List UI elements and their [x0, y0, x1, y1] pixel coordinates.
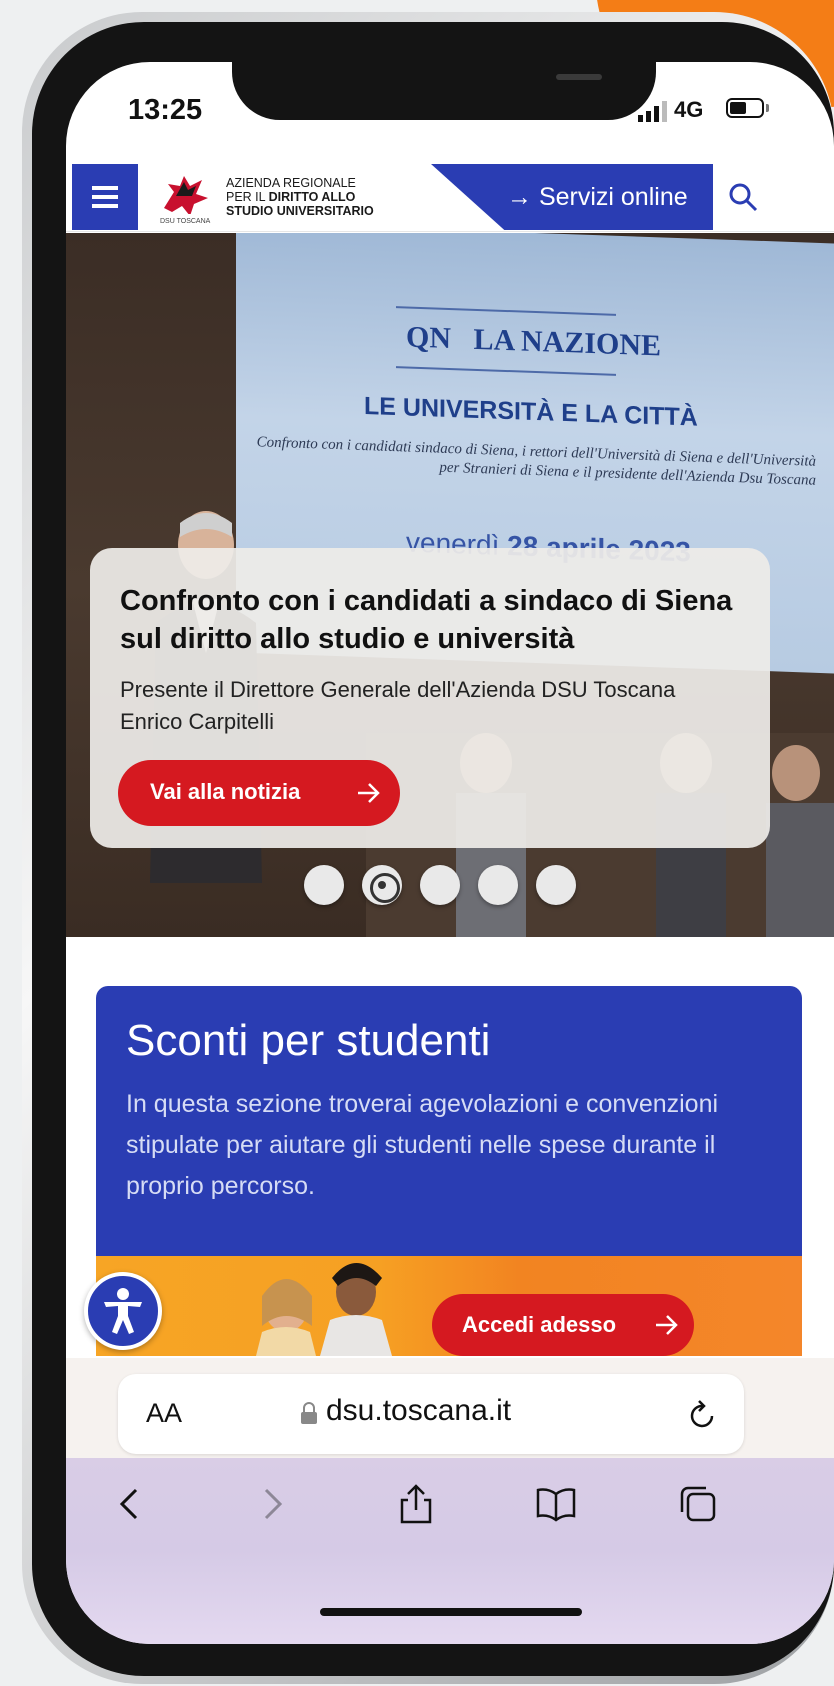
battery-tip [766, 104, 769, 112]
arrow-right-icon [358, 783, 380, 803]
accessibility-button[interactable] [84, 1272, 162, 1350]
logo-line-1: AZIENDA REGIONALE [226, 176, 356, 190]
students-photo [256, 1263, 392, 1356]
site-header: DSU TOSCANA AZIENDA REGIONALE PER IL DIR… [66, 162, 834, 232]
browser-address-bar: AA dsu.toscana.it [66, 1358, 834, 1458]
slide-dot-1[interactable] [304, 865, 344, 905]
bookmarks-icon[interactable] [536, 1484, 576, 1524]
pegasus-logo-icon[interactable]: DSU TOSCANA [154, 168, 216, 226]
logo-text[interactable]: AZIENDA REGIONALE PER IL DIRITTO ALLO ST… [226, 176, 426, 218]
network-label: 4G [674, 97, 704, 122]
hamburger-icon [92, 204, 118, 208]
text-size-button[interactable]: AA [146, 1398, 182, 1429]
screen-subtitle: Confronto con i candidati sindaco di Sie… [256, 434, 816, 489]
read-news-button[interactable]: Vai alla notizia [118, 760, 400, 826]
slide-dot-4[interactable] [478, 865, 518, 905]
access-now-button[interactable]: Accedi adesso [432, 1294, 694, 1356]
phone-screen: 13:25 4G DSU TOSCANA AZIENDA REGIONALE P… [66, 62, 834, 1644]
browser-toolbar [66, 1458, 834, 1644]
url-text: dsu.toscana.it [326, 1394, 512, 1427]
earpiece [556, 74, 602, 80]
services-online-label: → Servizi online [507, 183, 688, 211]
discounts-description: In questa sezione troverai agevolazioni … [126, 1090, 719, 1200]
battery-icon [726, 98, 764, 118]
search-icon[interactable] [728, 182, 758, 212]
hero-slider[interactable]: QN LA NAZIONE LE UNIVERSITÀ E LA CITTÀ C… [66, 233, 834, 937]
news-title: Confronto con i candidati a sindaco di S… [120, 585, 733, 655]
logo-line-2: PER IL DIRITTO ALLO [226, 190, 356, 204]
accessibility-icon [104, 1288, 142, 1334]
arrow-right-icon [656, 1315, 678, 1335]
logo-line-3: STUDIO UNIVERSITARIO [226, 204, 374, 218]
reload-icon[interactable] [688, 1398, 718, 1430]
screen-brand: QN LA NAZIONE [406, 320, 662, 363]
menu-button[interactable] [72, 164, 138, 230]
news-description: Presente il Direttore Generale dell'Azie… [120, 677, 676, 734]
back-icon[interactable] [110, 1484, 150, 1524]
notch [232, 62, 656, 120]
logo-caption: DSU TOSCANA [160, 218, 211, 225]
screen-headline: LE UNIVERSITÀ E LA CITTÀ [364, 392, 698, 432]
forward-icon[interactable] [252, 1484, 292, 1524]
share-icon[interactable] [396, 1484, 436, 1524]
status-bar: 13:25 4G [66, 62, 834, 162]
access-now-label: Accedi adesso [462, 1312, 617, 1337]
home-indicator[interactable] [320, 1608, 582, 1616]
read-news-label: Vai alla notizia [150, 779, 301, 804]
url-field[interactable]: AA dsu.toscana.it [118, 1374, 744, 1454]
signal-icon [638, 101, 667, 122]
discounts-title: Sconti per studenti [126, 1016, 491, 1065]
slider-pagination [66, 865, 834, 909]
discounts-card: Sconti per studenti In questa sezione tr… [96, 986, 802, 1256]
news-card: Confronto con i candidati a sindaco di S… [90, 548, 770, 848]
promo-banner: Accedi adesso [96, 1256, 802, 1356]
slide-dot-2[interactable] [362, 865, 402, 905]
hamburger-icon [92, 186, 118, 190]
slide-dot-3[interactable] [420, 865, 460, 905]
status-time: 13:25 [128, 94, 203, 126]
hamburger-icon [92, 195, 118, 199]
slide-dot-5[interactable] [536, 865, 576, 905]
lock-icon [301, 1402, 317, 1424]
services-online-button[interactable]: → Servizi online [431, 164, 713, 230]
tabs-icon[interactable] [678, 1484, 718, 1524]
